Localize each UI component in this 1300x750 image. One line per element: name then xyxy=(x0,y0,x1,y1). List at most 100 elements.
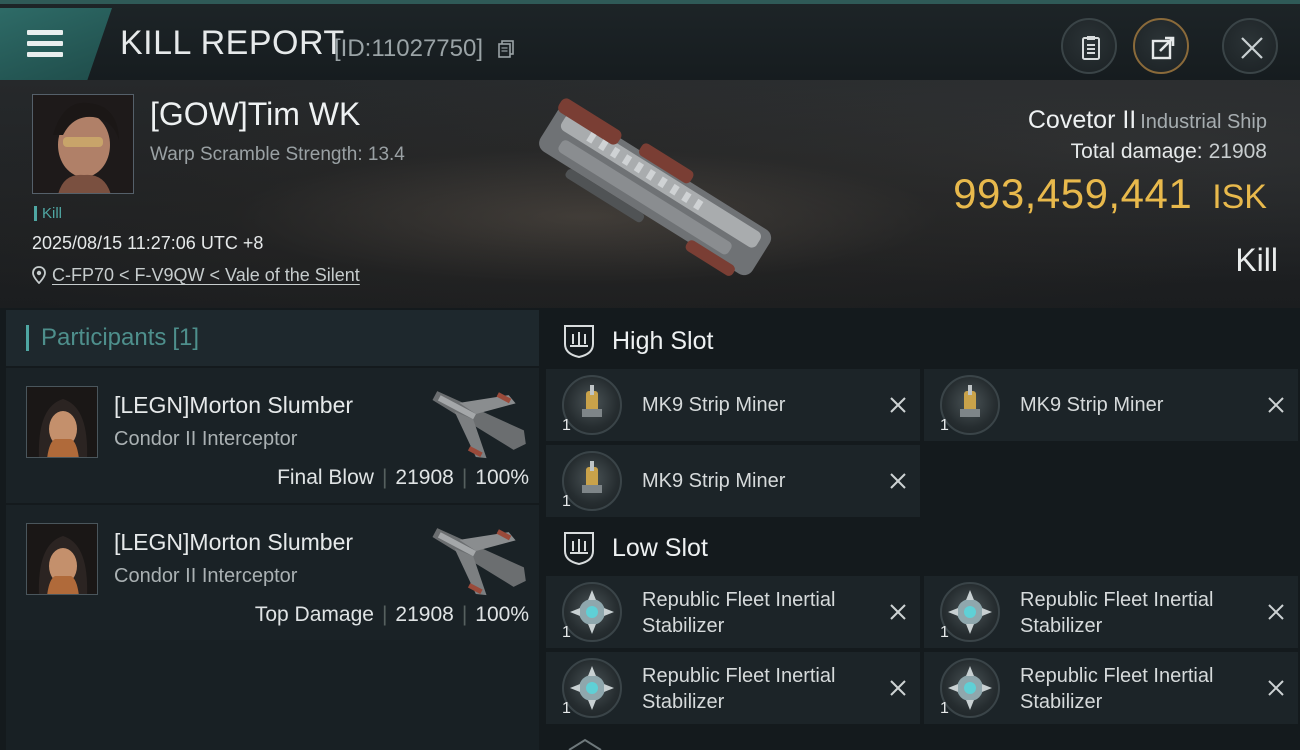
participants-header: Participants [1] xyxy=(6,310,539,366)
ship-name: Covetor II xyxy=(1027,106,1137,134)
header-accent-bar xyxy=(26,325,29,351)
top-bar: KILL REPORT [ID:11027750] xyxy=(0,0,1300,80)
participant-ship: Condor II Interceptor xyxy=(114,428,298,450)
total-damage-label: Total damage: xyxy=(1070,140,1203,163)
participant-stats: Final Blow | 21908 | 100% xyxy=(277,466,529,490)
result-label: Kill xyxy=(1235,242,1278,278)
clipboard-icon xyxy=(1082,36,1100,60)
inertial-stabilizer-icon xyxy=(562,582,622,642)
participant-role: Final Blow xyxy=(277,466,374,489)
module-quantity: 1 xyxy=(940,417,949,434)
victim-ship-image xyxy=(539,98,772,276)
strip-miner-icon xyxy=(562,451,622,511)
total-damage: Total damage: 21908 xyxy=(1071,140,1267,164)
destroyed-x-icon xyxy=(890,604,906,620)
module-item[interactable]: 1 Republic Fleet Inertial Stabilizer xyxy=(546,652,920,724)
module-quantity: 1 xyxy=(562,700,571,717)
isk-loss: 993,459,441 ISK xyxy=(953,170,1267,218)
participant-percent: 100% xyxy=(475,466,529,489)
module-item[interactable]: 1 MK9 Strip Miner xyxy=(546,369,920,441)
participant-damage: 21908 xyxy=(395,603,454,626)
destroyed-x-icon xyxy=(1268,680,1284,696)
ship-class: Industrial Ship xyxy=(1140,111,1267,133)
victim-name[interactable]: [GOW]Tim WK xyxy=(150,96,360,133)
participants-panel: Participants [1] [LEGN]Morton Slumber Co… xyxy=(6,310,539,750)
total-damage-value: 21908 xyxy=(1208,140,1267,163)
isk-value: 993,459,441 xyxy=(953,170,1193,217)
module-quantity: 1 xyxy=(940,624,949,641)
module-name: MK9 Strip Miner xyxy=(642,470,786,492)
hamburger-icon xyxy=(27,30,63,58)
victim-summary: [GOW]Tim WK Warp Scramble Strength: 13.4… xyxy=(0,80,1300,308)
strip-miner-icon xyxy=(562,375,622,435)
copy-icon[interactable] xyxy=(498,40,514,58)
kill-location[interactable]: C-FP70 < F-V9QW < Vale of the Silent xyxy=(32,265,360,286)
module-name: MK9 Strip Miner xyxy=(1020,394,1164,416)
destroyed-x-icon xyxy=(890,397,906,413)
report-id: [ID:11027750] xyxy=(334,35,484,62)
participant-name[interactable]: [LEGN]Morton Slumber xyxy=(114,529,353,556)
stat-separator: | xyxy=(461,603,468,626)
victim-ship[interactable]: Covetor II Industrial Ship xyxy=(1028,106,1267,135)
participant-row[interactable]: [LEGN]Morton Slumber Condor II Intercept… xyxy=(6,366,539,503)
destroyed-x-icon xyxy=(890,473,906,489)
high-slot-title: High Slot xyxy=(612,326,714,355)
participants-label: Participants xyxy=(41,324,167,351)
participant-row[interactable]: [LEGN]Morton Slumber Condor II Intercept… xyxy=(6,503,539,640)
participant-damage: 21908 xyxy=(395,466,454,489)
participant-avatar xyxy=(26,386,98,458)
participant-ship-image xyxy=(432,528,526,596)
module-quantity: 1 xyxy=(940,700,949,717)
participant-ship-image xyxy=(432,391,526,459)
low-slot-header: Low Slot xyxy=(542,519,1300,577)
module-name: Republic Fleet Inertial Stabilizer xyxy=(642,589,836,637)
participant-ship: Condor II Interceptor xyxy=(114,565,298,587)
close-button[interactable] xyxy=(1222,18,1278,74)
victim-avatar[interactable] xyxy=(32,94,134,194)
kill-datetime: 2025/08/15 11:27:06 UTC +8 xyxy=(32,233,264,253)
page-title: KILL REPORT xyxy=(120,24,345,62)
module-item[interactable]: 1 MK9 Strip Miner xyxy=(924,369,1298,441)
module-quantity: 1 xyxy=(562,624,571,641)
fitting-panel: High Slot 1 MK9 Strip Miner 1 MK9 Strip … xyxy=(542,310,1300,750)
low-slot-title: Low Slot xyxy=(612,533,708,562)
module-name: MK9 Strip Miner xyxy=(642,394,786,416)
destroyed-x-icon xyxy=(890,680,906,696)
inertial-stabilizer-icon xyxy=(562,658,622,718)
kill-tag: Kill xyxy=(34,206,62,221)
participant-percent: 100% xyxy=(475,603,529,626)
module-quantity: 1 xyxy=(562,493,571,510)
destroyed-x-icon xyxy=(1268,604,1284,620)
stat-separator: | xyxy=(381,466,388,489)
inertial-stabilizer-icon xyxy=(940,582,1000,642)
module-name: Republic Fleet Inertial Stabilizer xyxy=(1020,589,1214,637)
isk-unit: ISK xyxy=(1212,178,1267,216)
inertial-stabilizer-icon xyxy=(940,658,1000,718)
share-icon xyxy=(1151,36,1175,60)
report-button[interactable] xyxy=(1061,18,1117,74)
strip-miner-icon xyxy=(940,375,1000,435)
close-icon xyxy=(1241,37,1263,59)
participant-name[interactable]: [LEGN]Morton Slumber xyxy=(114,392,353,419)
high-slot-icon xyxy=(564,325,594,358)
module-quantity: 1 xyxy=(562,417,571,434)
participant-stats: Top Damage | 21908 | 100% xyxy=(255,603,529,627)
participant-role: Top Damage xyxy=(254,603,374,626)
menu-button[interactable] xyxy=(0,8,112,80)
location-link[interactable]: C-FP70 < F-V9QW < Vale of the Silent xyxy=(52,265,360,285)
module-item[interactable]: 1 Republic Fleet Inertial Stabilizer xyxy=(924,652,1298,724)
destroyed-x-icon xyxy=(1268,397,1284,413)
high-slot-header: High Slot xyxy=(542,312,1300,370)
module-item[interactable]: 1 Republic Fleet Inertial Stabilizer xyxy=(924,576,1298,648)
stat-separator: | xyxy=(381,603,388,626)
stat-separator: | xyxy=(461,466,468,489)
location-pin-icon xyxy=(32,266,46,284)
module-item[interactable]: 1 Republic Fleet Inertial Stabilizer xyxy=(546,576,920,648)
warp-scramble-strength: Warp Scramble Strength: 13.4 xyxy=(150,144,405,165)
share-button[interactable] xyxy=(1133,18,1189,74)
next-section-icon xyxy=(568,738,602,750)
low-slot-icon xyxy=(564,532,594,565)
module-name: Republic Fleet Inertial Stabilizer xyxy=(642,665,836,713)
module-item[interactable]: 1 MK9 Strip Miner xyxy=(546,445,920,517)
participants-count: [1] xyxy=(172,324,200,351)
